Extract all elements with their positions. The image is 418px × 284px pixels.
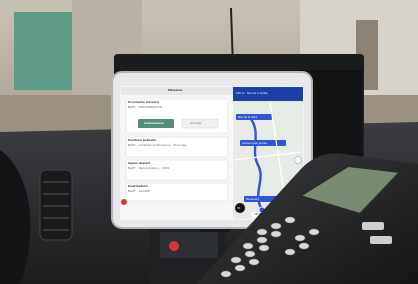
eta-value: 10:35 <box>254 212 263 216</box>
card-2-title: Position actuelle <box>128 138 157 142</box>
green-shutter <box>14 12 72 90</box>
route-label-3-text: Boulevard <box>246 198 260 201</box>
terminal-side-button <box>362 222 384 230</box>
nav-banner-text: 100 m · Tourner à droite <box>236 92 268 95</box>
app-header-title: Missions <box>168 88 183 92</box>
card-4-title: Destination <box>128 184 148 188</box>
photo-scene: Missions Prochaine mission BAPT - RÉCUPÉ… <box>0 0 418 284</box>
card-1-title: Prochaine mission <box>128 100 159 104</box>
terminal-side-button <box>370 236 392 244</box>
speed-value: 30 <box>237 207 241 210</box>
card-3-line: BAPT - Récupération - 1006 <box>128 166 170 170</box>
card-3-title: Appel départ <box>128 161 150 165</box>
card-2-line: BAPT - Ambulance Plouzané - Toulouse <box>128 143 187 147</box>
start-button-label: Commencer <box>144 121 164 125</box>
stop-icon[interactable] <box>121 199 127 205</box>
scene-svg <box>0 0 418 284</box>
route-label-1-text: Rue de la Gare <box>238 116 258 119</box>
cancel-button-label: Annuler <box>190 121 202 125</box>
card-1-line: BAPT - RÉCUPÉRATION <box>128 105 162 109</box>
red-button <box>169 241 179 251</box>
route-label-2-text: Avenue Jean Jaurès <box>242 142 267 145</box>
compass-button[interactable] <box>294 156 302 164</box>
card-4-line: BAPT - GLAIZE <box>128 189 150 193</box>
radio-display <box>160 232 218 258</box>
